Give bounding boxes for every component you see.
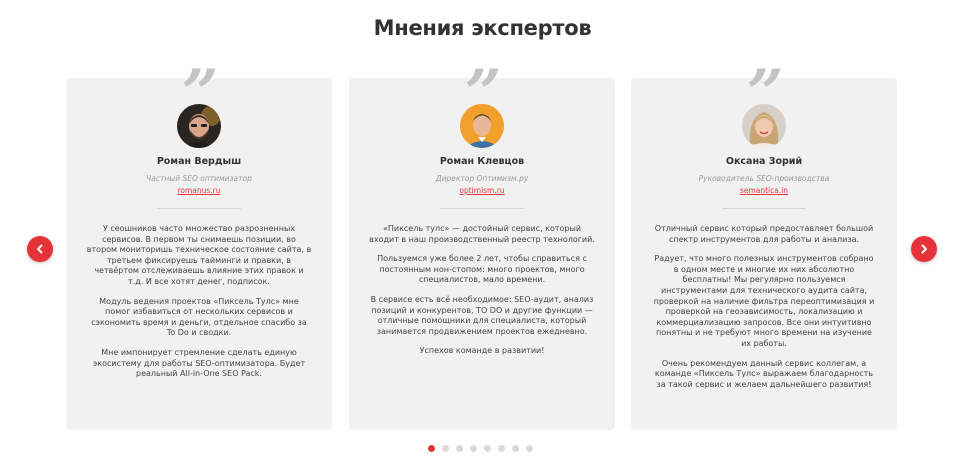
testimonial-paragraph: «Пиксель тулс» — достойный сервис, котор… [369,224,595,244]
expert-role: Директор Оптимизм.ру [435,174,529,183]
testimonial-paragraph: У сеошников часто множество разрозненных… [86,224,312,286]
testimonial-text: «Пиксель тулс» — достойный сервис, котор… [369,224,595,366]
pagination-dot[interactable] [469,445,477,452]
testimonial-text: У сеошников часто множество разрозненных… [86,224,312,389]
divider [440,208,524,209]
divider [722,208,806,209]
testimonial-paragraph: В сервисе есть всё необходимое: SEO-ауди… [370,294,594,336]
pagination-dot[interactable] [483,445,491,452]
expert-role: Руководитель SEO-производства [698,174,830,183]
testimonial-paragraph: Радует, что много полезных инструментов … [653,254,875,348]
divider [157,208,241,209]
carousel-pagination [0,445,965,452]
pagination-dot[interactable] [427,445,435,452]
testimonial-card: ” Роман Вердыш Частный SEO оптимизатор r… [66,62,332,430]
testimonial-paragraph: Очень рекомендуем данный сервис коллегам… [654,358,874,389]
avatar [460,104,504,148]
pagination-dot[interactable] [497,445,505,452]
expert-name: Роман Вердыш [156,156,242,167]
pagination-dot[interactable] [511,445,519,452]
expert-site-link[interactable]: romanus.ru [66,186,332,195]
avatar [177,104,221,148]
chevron-left-icon [37,244,43,254]
pagination-dot[interactable] [441,445,449,452]
pagination-dot[interactable] [525,445,533,452]
expert-site-link[interactable]: optimism.ru [349,186,615,195]
carousel-prev-button[interactable] [27,236,53,262]
testimonial-paragraph: Модуль ведения проектов «Пиксель Тулс» м… [91,296,307,338]
testimonial-card: ” Роман Клевцов Директор Оптимизм.ру opt… [349,62,615,430]
testimonial-paragraph: Отличный сервис который предоставляет бо… [654,224,874,244]
section-title: Мнения экспертов [373,16,592,40]
testimonial-paragraph: Пользуемся уже более 2 лет, чтобы справи… [377,254,587,285]
expert-name: Оксана Зорий [725,156,803,167]
chevron-right-icon [921,244,927,254]
testimonial-card: ” Оксана Зорий Руководитель SEO-производ… [631,62,897,430]
expert-name: Роман Клевцов [439,156,525,167]
carousel-next-button[interactable] [911,236,937,262]
testimonial-paragraph: Успехов команде в развитии! [419,346,545,356]
expert-role: Частный SEO оптимизатор [146,174,252,183]
testimonial-text: Отличный сервис который предоставляет бо… [651,224,877,399]
avatar [742,104,786,148]
pagination-dot[interactable] [455,445,463,452]
expert-site-link[interactable]: semantica.in [631,186,897,195]
testimonial-paragraph: Мне импонирует стремление сделать единую… [92,347,306,379]
